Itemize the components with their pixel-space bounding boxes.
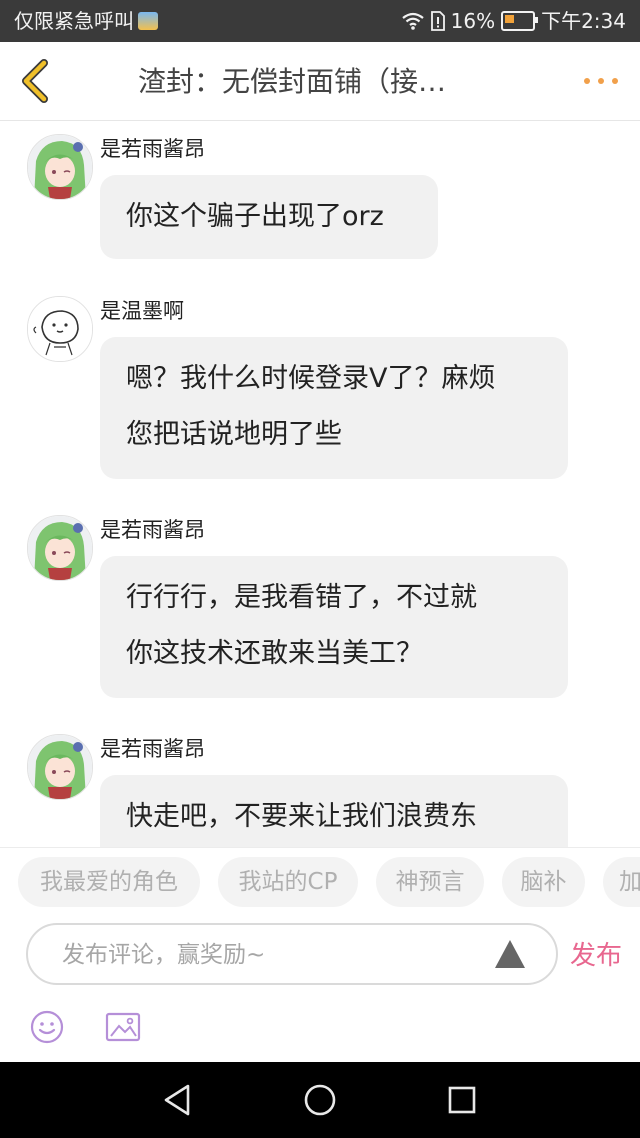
- image-icon: [105, 1012, 141, 1042]
- anime-girl-avatar[interactable]: [27, 134, 93, 200]
- sim-alert-icon: [430, 11, 445, 31]
- publish-button[interactable]: 发布: [570, 936, 622, 976]
- comment-thread[interactable]: 是若雨酱昂 你这个骗子出现了orz 是温墨啊 嗯？我什么时候登录V了？麻烦 您把…: [0, 121, 640, 847]
- tag-chip[interactable]: 我站的CP: [218, 857, 358, 907]
- message-text: 行行行，是我看错了，不过就: [126, 582, 477, 613]
- message-bubble: 快走吧，不要来让我们浪费东: [100, 775, 568, 847]
- comment-input-box[interactable]: [26, 923, 558, 985]
- app-notification-icon: [138, 12, 158, 30]
- battery-percent: 16%: [450, 9, 496, 33]
- tag-chip[interactable]: 神预言: [376, 857, 484, 907]
- comment-item: 是若雨酱昂 你这个骗子出现了orz: [0, 121, 640, 291]
- username[interactable]: 是若雨酱昂: [100, 516, 205, 544]
- page-title: 渣封：无偿封面铺（接…: [138, 65, 447, 98]
- triangle-up-icon: [495, 940, 525, 968]
- clock: 下午2:34: [541, 9, 626, 33]
- status-bar: 仅限紧急呼叫 16% 下午2:34: [0, 0, 640, 42]
- message-bubble: 行行行，是我看错了，不过就 你这技术还敢来当美工？: [100, 556, 568, 698]
- back-button[interactable]: [16, 58, 56, 104]
- message-bubble: 你这个骗子出现了orz: [100, 175, 438, 259]
- nav-home-button[interactable]: [302, 1082, 338, 1118]
- message-bubble: 嗯？我什么时候登录V了？麻烦 您把话说地明了些: [100, 337, 568, 479]
- send-arrow-button[interactable]: [494, 939, 526, 969]
- message-text: 嗯？我什么时候登录V了？麻烦: [126, 363, 496, 394]
- comment-item: 是若雨酱昂 快走吧，不要来让我们浪费东: [0, 721, 640, 847]
- top-bar: 渣封：无偿封面铺（接…: [0, 42, 640, 121]
- nav-back-button[interactable]: [160, 1082, 196, 1118]
- carrier-text: 仅限紧急呼叫: [14, 9, 134, 33]
- message-text: 你这个骗子出现了orz: [126, 201, 384, 232]
- quick-tag-bar[interactable]: 我最爱的角色 我站的CP 神预言 脑补 加: [0, 847, 640, 918]
- square-recents-icon: [448, 1086, 476, 1114]
- more-options-button[interactable]: [584, 74, 618, 88]
- system-nav-bar: [0, 1062, 640, 1138]
- circle-home-icon: [304, 1084, 336, 1116]
- anime-girl-avatar[interactable]: [27, 734, 93, 800]
- tag-chip[interactable]: 加: [603, 857, 640, 907]
- wifi-icon: [401, 12, 424, 30]
- username[interactable]: 是温墨啊: [100, 297, 184, 325]
- anime-girl-avatar[interactable]: [27, 515, 93, 581]
- more-dot-icon: [584, 78, 590, 84]
- nav-recents-button[interactable]: [444, 1082, 480, 1118]
- more-dot-icon: [612, 78, 618, 84]
- doodle-face-avatar[interactable]: [27, 296, 93, 362]
- message-text: 快走吧，不要来让我们浪费东: [126, 801, 477, 832]
- comment-item: 是若雨酱昂 行行行，是我看错了，不过就 你这技术还敢来当美工？: [0, 502, 640, 712]
- message-text: 你这技术还敢来当美工？: [126, 638, 423, 669]
- more-dot-icon: [598, 78, 604, 84]
- triangle-back-icon: [164, 1084, 190, 1116]
- smiley-icon: [30, 1010, 64, 1044]
- username[interactable]: 是若雨酱昂: [100, 135, 205, 163]
- tag-chip[interactable]: 我最爱的角色: [18, 857, 200, 907]
- comment-input[interactable]: [60, 937, 484, 973]
- tag-chip[interactable]: 脑补: [502, 857, 585, 907]
- emoji-button[interactable]: [30, 1010, 64, 1044]
- comment-item: 是温墨啊 嗯？我什么时候登录V了？麻烦 您把话说地明了些: [0, 283, 640, 493]
- message-text: 您把话说地明了些: [126, 419, 342, 450]
- back-arrow-icon: [22, 59, 48, 103]
- username[interactable]: 是若雨酱昂: [100, 735, 205, 763]
- image-upload-button[interactable]: [105, 1012, 141, 1042]
- battery-icon: [501, 11, 539, 31]
